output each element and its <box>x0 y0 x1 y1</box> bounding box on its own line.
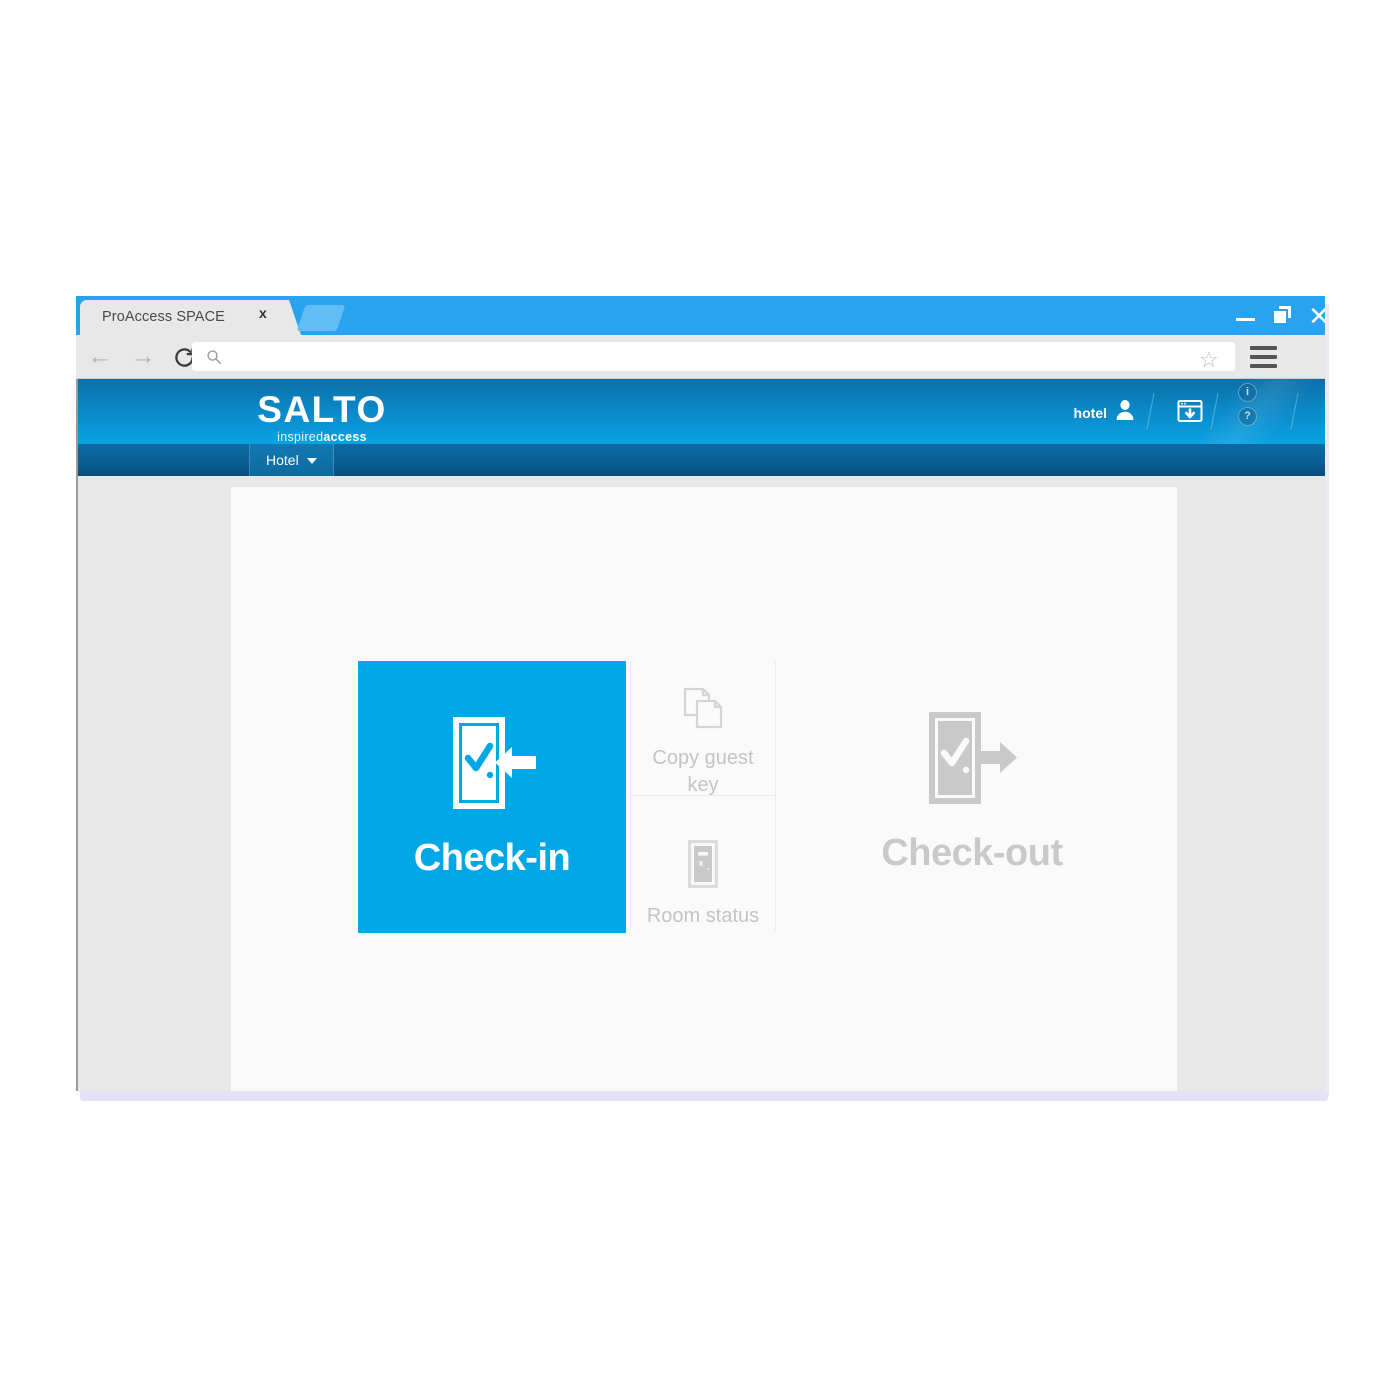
bookmark-star-icon[interactable]: ☆ <box>1199 347 1219 373</box>
nav-item-hotel-label: Hotel <box>266 452 299 468</box>
address-bar[interactable]: ☆ <box>192 342 1235 373</box>
tile-room-status-label: Room status <box>646 905 760 927</box>
window-shadow-bottom <box>80 1091 1328 1101</box>
tile-check-in-label: Check-in <box>413 837 571 879</box>
tab-title: ProAccess SPACE <box>102 309 225 325</box>
browser-window: ProAccess SPACE x ✕ ← → ☆ SALTO inspired… <box>76 296 1329 1101</box>
page-viewport: SALTO inspiredaccess hotel i ? Hotel Che… <box>76 379 1325 1091</box>
search-icon <box>206 349 222 370</box>
browser-tab-proaccess-space[interactable]: ProAccess SPACE <box>80 300 284 335</box>
hamburger-menu-icon[interactable] <box>1250 346 1277 373</box>
window-close-button[interactable]: ✕ <box>1306 303 1325 330</box>
download-window-button[interactable] <box>1177 399 1203 429</box>
tile-check-out[interactable]: Check-out <box>822 661 1122 891</box>
app-nav-bar: Hotel <box>78 444 1325 476</box>
door-check-arrow-out-icon <box>920 709 1024 814</box>
tab-close-icon[interactable]: x <box>259 305 267 321</box>
secondary-tiles-column: Copy guest key Room status <box>630 661 776 931</box>
window-minimize-button[interactable] <box>1234 304 1258 328</box>
tile-room-status[interactable]: Room status <box>631 796 775 931</box>
maximize-icon-front <box>1274 311 1286 323</box>
help-badge-icon[interactable]: ? <box>1238 407 1257 426</box>
forward-icon[interactable]: → <box>128 343 158 371</box>
header-user-button[interactable]: hotel <box>1074 399 1135 426</box>
header-user-label: hotel <box>1073 404 1107 421</box>
tile-check-out-label: Check-out <box>881 832 1063 874</box>
hotel-action-tiles: Check-in Copy guest key Room status Chec… <box>358 661 1122 933</box>
browser-toolbar: ← → ☆ <box>76 335 1325 379</box>
door-check-arrow-in-icon <box>440 714 544 819</box>
window-maximize-button[interactable] <box>1272 304 1296 328</box>
info-badge-icon[interactable]: i <box>1238 383 1257 402</box>
nav-item-hotel[interactable]: Hotel <box>249 444 334 476</box>
tile-check-in[interactable]: Check-in <box>358 661 626 933</box>
salto-tagline: inspiredaccess <box>222 430 422 444</box>
back-icon[interactable]: ← <box>85 343 115 371</box>
salto-wordmark: SALTO <box>257 389 387 430</box>
copy-documents-icon <box>681 686 725 735</box>
salto-tagline-bold: access <box>323 430 367 444</box>
app-header: SALTO inspiredaccess hotel i ? <box>78 379 1325 444</box>
salto-tagline-light: inspired <box>277 430 324 444</box>
user-icon <box>1115 399 1135 426</box>
tile-copy-guest-key[interactable]: Copy guest key <box>631 661 775 796</box>
tile-copy-guest-key-label: Copy guest key <box>652 747 754 796</box>
address-input[interactable] <box>230 342 1219 373</box>
content-panel: Check-in Copy guest key Room status Chec… <box>231 487 1177 1091</box>
salto-logo: SALTO inspiredaccess <box>222 389 422 445</box>
download-window-icon <box>1177 400 1203 428</box>
door-icon <box>688 840 718 893</box>
header-badges: i ? <box>1238 383 1257 426</box>
browser-tab-strip: ProAccess SPACE x ✕ <box>76 296 1325 335</box>
new-tab-button[interactable] <box>296 305 346 331</box>
chevron-down-icon <box>306 458 317 464</box>
minimize-icon <box>1236 318 1255 321</box>
